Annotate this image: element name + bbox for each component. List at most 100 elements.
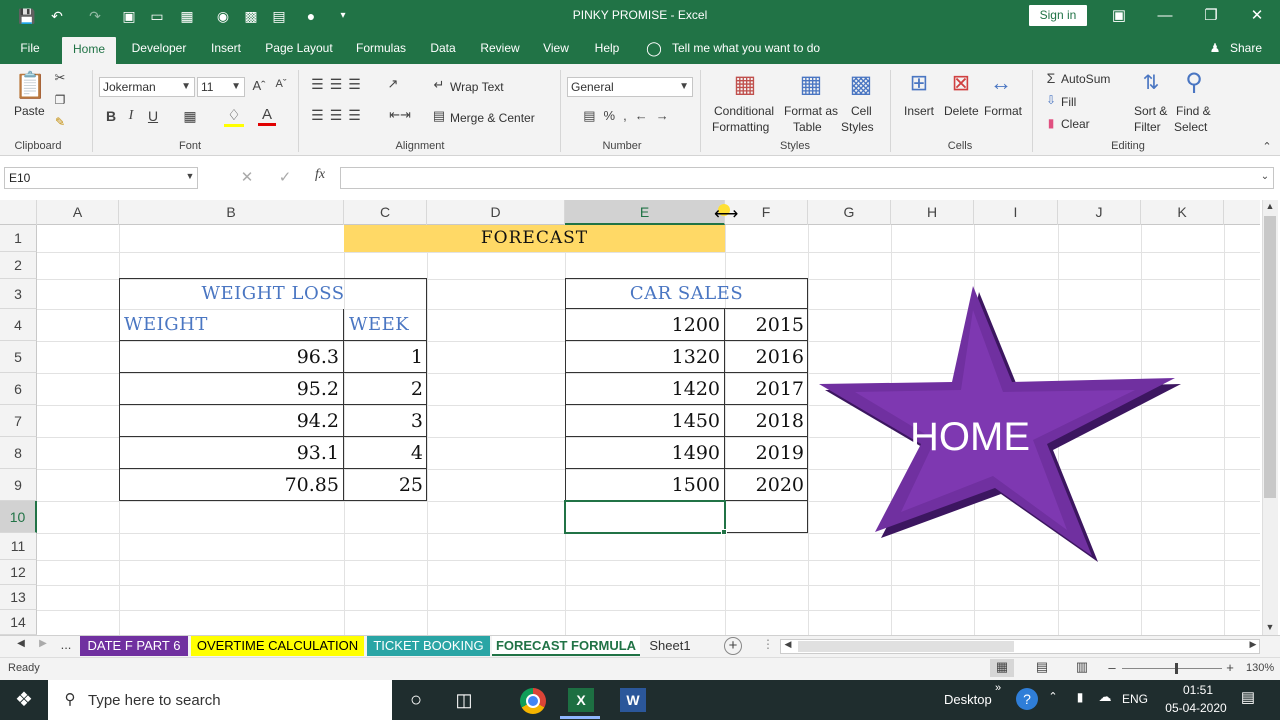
weight-cell[interactable]: 93.1 (119, 437, 339, 469)
notifications-icon[interactable]: ▤ (1238, 688, 1258, 706)
word-taskbar-icon[interactable]: W (620, 688, 646, 712)
col-header-h[interactable]: H (891, 200, 974, 225)
conditional-formatting-icon[interactable]: ▦ (730, 70, 760, 100)
scroll-left-icon[interactable]: ◀ (781, 639, 795, 650)
delete-cells-icon[interactable]: ⊠ (946, 70, 976, 100)
merge-center-icon[interactable]: ▤ (432, 108, 446, 124)
sheet-tab-ticket-booking[interactable]: TICKET BOOKING (367, 636, 490, 656)
zoom-level[interactable]: 130% (1246, 662, 1274, 674)
fill-color-icon[interactable]: ♢ (224, 106, 244, 127)
row-header[interactable]: 5 (0, 341, 37, 373)
cancel-icon[interactable]: ✕ (236, 168, 258, 186)
font-name-combo[interactable]: Jokerman ▼ (99, 77, 195, 97)
autosum-icon[interactable]: Σ (1044, 70, 1058, 86)
tab-help[interactable]: Help (586, 32, 628, 64)
search-icon[interactable]: ⚲ (1178, 68, 1210, 100)
year-cell[interactable]: 2018 (725, 405, 804, 437)
zoom-in-button[interactable]: + (1224, 660, 1236, 675)
insert-function-icon[interactable]: fx (308, 167, 332, 183)
row-header[interactable]: 4 (0, 309, 37, 341)
language-indicator[interactable]: ENG (1122, 692, 1148, 706)
ribbon-display-icon[interactable]: ▣ (1096, 0, 1142, 32)
find-select-label[interactable]: Find & (1176, 104, 1211, 118)
year-cell[interactable]: 2016 (725, 341, 804, 373)
row-header[interactable]: 1 (0, 225, 37, 252)
sales-cell[interactable]: 1320 (565, 341, 720, 373)
week-cell[interactable]: 3 (344, 405, 423, 437)
format-cells-button[interactable]: Format (984, 104, 1022, 118)
expand-formula-icon[interactable]: ⌄ (1258, 171, 1272, 182)
year-cell[interactable]: 2019 (725, 437, 804, 469)
windows-start-icon[interactable]: ❖ (12, 688, 36, 712)
week-cell[interactable]: 2 (344, 373, 423, 405)
vertical-align-icons[interactable]: ☰☰☰ (306, 76, 372, 93)
year-cell[interactable]: 2017 (725, 373, 804, 405)
paste-button[interactable]: Paste (14, 104, 45, 118)
orientation-icon[interactable]: ↗ (380, 76, 406, 92)
find-select-label-2[interactable]: Select (1174, 120, 1207, 134)
sales-cell[interactable]: 1420 (565, 373, 720, 405)
cell-styles-label[interactable]: Cell (851, 104, 872, 118)
sort-filter-label[interactable]: Sort & (1134, 104, 1167, 118)
number-format-icons[interactable]: ▤%,←→ (570, 108, 690, 124)
collapse-ribbon-icon[interactable]: ⌃ (1260, 140, 1274, 153)
borders-icon[interactable]: ▦ (180, 108, 200, 125)
col-header-k[interactable]: K (1141, 200, 1224, 225)
sort-filter-label-2[interactable]: Filter (1134, 120, 1161, 134)
week-cell[interactable]: 4 (344, 437, 423, 469)
decrease-font-icon[interactable]: Aˇ (272, 78, 290, 90)
fill-handle[interactable] (721, 529, 727, 535)
prev-sheet-icon[interactable]: ◀ (14, 638, 28, 649)
normal-view-icon[interactable]: ▦ (990, 659, 1014, 677)
wrap-text-button[interactable]: Wrap Text (450, 80, 504, 94)
scroll-right-icon[interactable]: ▶ (1246, 639, 1260, 650)
select-all-corner[interactable] (0, 200, 37, 225)
restore-button[interactable]: ❐ (1188, 0, 1234, 32)
horizontal-align-icons[interactable]: ☰☰☰ (306, 107, 372, 124)
sheet-tab-forecast-formula[interactable]: FORECAST FORMULA (492, 636, 640, 656)
number-format-combo[interactable]: General ▼ (567, 77, 693, 97)
year-cell[interactable]: 2015 (725, 309, 804, 341)
format-as-table-icon[interactable]: ▦ (796, 70, 826, 100)
split-handle-icon[interactable]: ⋮ (762, 637, 774, 651)
tab-developer[interactable]: Developer (124, 32, 194, 64)
excel-taskbar-icon[interactable]: X (568, 688, 594, 712)
indent-icons[interactable]: ⇤⇥ (380, 107, 420, 123)
active-cell-e10[interactable] (564, 500, 726, 534)
sign-in-button[interactable]: Sign in (1029, 5, 1087, 26)
row-header[interactable]: 11 (0, 533, 37, 560)
sales-cell[interactable]: 1490 (565, 437, 720, 469)
underline-icon[interactable]: U (145, 108, 161, 124)
scroll-thumb[interactable] (1264, 216, 1276, 498)
fill-icon[interactable]: ⇩ (1044, 93, 1058, 107)
week-cell[interactable]: 25 (344, 469, 423, 501)
week-cell[interactable]: 1 (344, 341, 423, 373)
font-color-icon[interactable]: A (258, 106, 276, 126)
forecast-title-cell[interactable]: FORECAST (344, 225, 725, 252)
add-sheet-button[interactable]: + (724, 637, 742, 655)
sales-cell[interactable]: 1200 (565, 309, 720, 341)
weight-cell[interactable]: 96.3 (119, 341, 339, 373)
desktop-toolbar[interactable]: Desktop (944, 692, 992, 707)
next-sheet-icon[interactable]: ▶ (36, 638, 50, 649)
col-header-j[interactable]: J (1058, 200, 1141, 225)
sheet-tab-sheet1[interactable]: Sheet1 (642, 636, 698, 656)
tab-data[interactable]: Data (422, 32, 464, 64)
more-sheets-icon[interactable]: ... (58, 637, 74, 652)
zoom-slider[interactable] (1122, 668, 1222, 669)
col-header-b[interactable]: B (119, 200, 344, 225)
paste-icon[interactable]: 📋 (14, 70, 46, 102)
merge-center-button[interactable]: Merge & Center (450, 111, 535, 125)
delete-cells-button[interactable]: Delete (944, 104, 979, 118)
clock-date[interactable]: 05-04-2020 (1156, 701, 1236, 715)
col-header-c[interactable]: C (344, 200, 427, 225)
fill-button[interactable]: Fill (1061, 95, 1076, 109)
toolbar-expand-icon[interactable]: » (992, 682, 1004, 694)
cell-styles-icon[interactable]: ▩ (846, 70, 876, 100)
cloud-icon[interactable]: ☁ (1096, 689, 1114, 705)
enter-icon[interactable]: ✓ (274, 168, 296, 186)
format-cells-icon[interactable]: ↔ (986, 70, 1016, 100)
weight-header[interactable]: WEIGHT (124, 310, 208, 340)
name-box[interactable]: E10 (4, 167, 198, 189)
tab-page-layout[interactable]: Page Layout (258, 32, 340, 64)
